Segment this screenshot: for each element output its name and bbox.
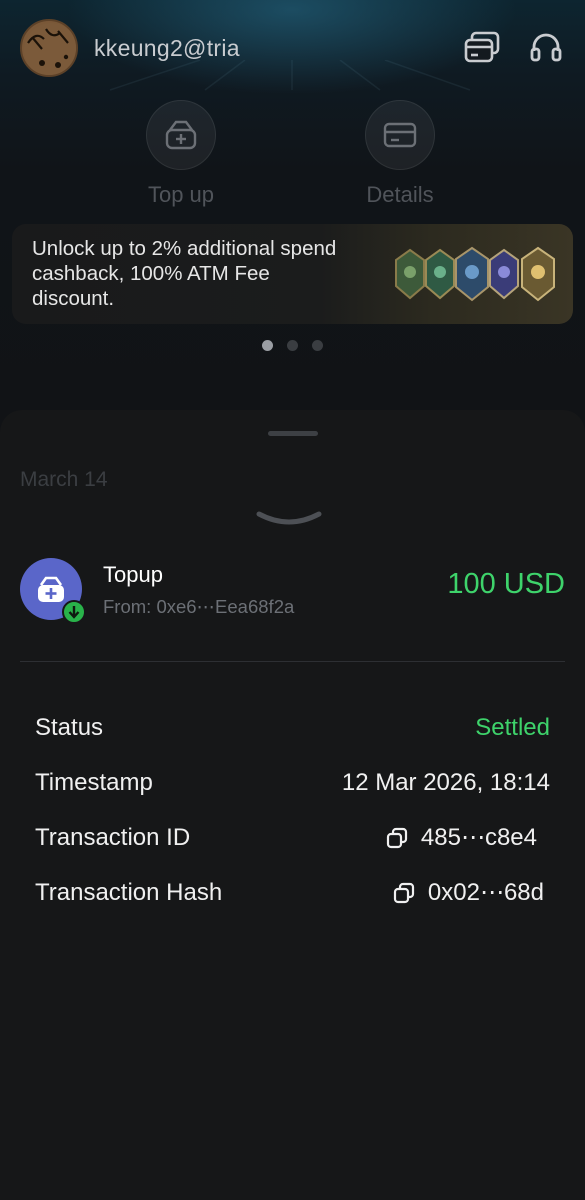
- details-action[interactable]: Details: [330, 100, 470, 208]
- header-actions: [463, 29, 565, 67]
- promo-text: Unlock up to 2% additional spend cashbac…: [32, 237, 337, 310]
- topup-action[interactable]: Top up: [111, 100, 251, 208]
- card-icon: [365, 100, 435, 170]
- status-value: Settled: [475, 713, 550, 741]
- avatar[interactable]: [20, 19, 78, 77]
- details-label: Details: [366, 182, 434, 207]
- detail-row-status: Status Settled: [35, 700, 550, 755]
- headset-icon[interactable]: [527, 29, 565, 67]
- transaction-hash-value[interactable]: 0x02⋯68d: [392, 878, 544, 907]
- cards-icon[interactable]: [463, 29, 501, 67]
- arrow-down-icon: [62, 600, 86, 624]
- transaction-id-text: 485⋯c8e4: [420, 824, 537, 851]
- avatar-doodle-icon: [24, 23, 76, 75]
- wallet-plus-icon: [146, 100, 216, 170]
- carousel-pagination: [0, 340, 585, 351]
- timestamp-key: Timestamp: [35, 768, 153, 796]
- detail-row-transaction-hash: Transaction Hash 0x02⋯68d: [35, 865, 550, 920]
- detail-row-transaction-id: Transaction ID 485⋯c8e4: [35, 810, 550, 865]
- carousel-dot-3[interactable]: [312, 340, 323, 351]
- transactions-sheet: March 14 Topup From: 0xe6⋯Eea68f2a 100 U…: [0, 410, 585, 1200]
- sheet-drag-handle[interactable]: [268, 431, 318, 436]
- app-screen: kkeung2@tria Top up Details Unlock up to…: [0, 0, 585, 1200]
- transaction-hash-key: Transaction Hash: [35, 878, 223, 906]
- carousel-dot-2[interactable]: [287, 340, 298, 351]
- topup-label: Top up: [147, 182, 215, 207]
- detail-row-timestamp: Timestamp 12 Mar 2026, 18:14: [35, 755, 550, 810]
- timestamp-value: 12 Mar 2026, 18:14: [341, 768, 550, 796]
- date-header: March 14: [20, 468, 108, 491]
- chevron-down-icon[interactable]: [256, 508, 322, 528]
- tier-badges-image: [395, 246, 555, 302]
- transaction-details: Status Settled Timestamp 12 Mar 2026, 18…: [35, 700, 550, 920]
- status-key: Status: [35, 713, 104, 741]
- transaction-amount: 100 USD: [447, 568, 565, 600]
- top-bar: kkeung2@tria: [20, 18, 565, 78]
- transaction-summary: Topup From: 0xe6⋯Eea68f2a 100 USD: [20, 558, 565, 628]
- transaction-title: Topup: [103, 562, 163, 587]
- carousel-dot-1[interactable]: [262, 340, 273, 351]
- promo-banner[interactable]: Unlock up to 2% additional spend cashbac…: [12, 224, 573, 324]
- quick-actions: Top up Details: [0, 100, 585, 220]
- transaction-hash-text: 0x02⋯68d: [427, 879, 544, 906]
- divider: [20, 661, 565, 662]
- username-label: kkeung2@tria: [94, 34, 240, 61]
- copy-icon[interactable]: [392, 881, 416, 905]
- transaction-id-value[interactable]: 485⋯c8e4: [385, 823, 537, 852]
- transaction-source: From: 0xe6⋯Eea68f2a: [103, 596, 295, 617]
- transaction-id-key: Transaction ID: [35, 823, 191, 851]
- copy-icon[interactable]: [385, 826, 409, 850]
